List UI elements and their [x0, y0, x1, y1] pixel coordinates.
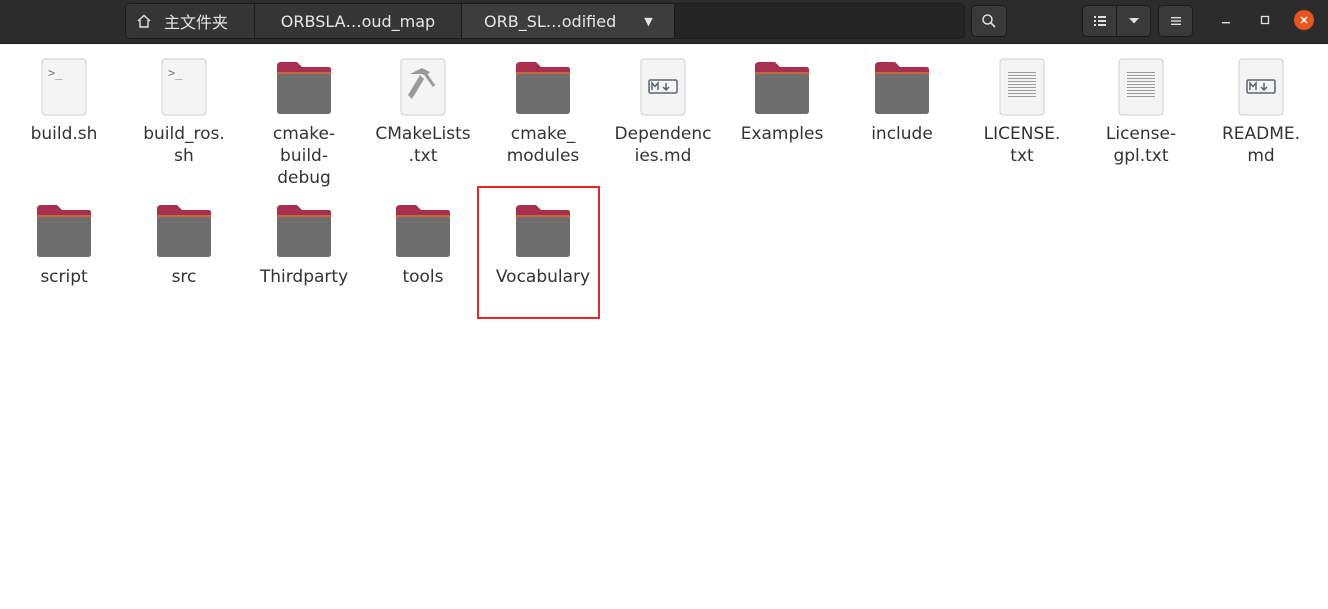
file-item[interactable]: include [842, 55, 962, 145]
file-icon-container [32, 198, 96, 262]
file-item[interactable]: cmake_ modules [483, 55, 603, 167]
close-icon [1300, 16, 1308, 24]
breadcrumb-parent-label: ORBSLA…oud_map [280, 11, 436, 31]
file-name-label: cmake-build-debug [272, 124, 336, 188]
file-item[interactable]: Examples [722, 55, 842, 145]
file-icon-container [391, 198, 455, 262]
folder-icon [516, 62, 570, 114]
file-name-label: License-gpl.txt [1105, 124, 1177, 166]
file-item[interactable]: License-gpl.txt [1081, 55, 1201, 167]
file-name-label: README. md [1221, 124, 1301, 166]
list-view-button[interactable] [1082, 5, 1117, 37]
file-item[interactable]: Thirdparty [244, 198, 364, 288]
file-item[interactable]: cmake-build-debug [244, 55, 364, 189]
breadcrumb-current[interactable]: ORB_SL…odified ▼ [462, 4, 675, 38]
file-icon-container [391, 55, 455, 119]
file-icon-container [511, 55, 575, 119]
file-icon-container [870, 55, 934, 119]
file-item[interactable]: Dependenc ies.md [603, 55, 723, 167]
file-name-label: Examples [740, 124, 824, 144]
breadcrumb-home-label: 主文件夹 [164, 13, 229, 32]
file-name-label: build.sh [30, 124, 98, 144]
svg-text:>_: >_ [168, 66, 183, 80]
breadcrumb-current-label: ORB_SL…odified [484, 11, 617, 31]
file-icon-container [631, 55, 695, 119]
maximize-icon [1260, 15, 1270, 25]
file-item[interactable]: tools [363, 198, 483, 288]
maximize-button[interactable] [1255, 10, 1275, 30]
script-file-icon: >_ [41, 58, 87, 116]
hammer-icon [400, 58, 446, 116]
markdown-file-icon [640, 58, 686, 116]
file-name-label: build_ros. sh [143, 124, 225, 166]
file-item[interactable]: CMakeLists .txt [363, 55, 483, 167]
file-name-label: Thirdparty [259, 267, 349, 287]
file-name-label: src [171, 267, 197, 287]
file-name-label: CMakeLists .txt [375, 124, 471, 166]
search-button[interactable] [971, 5, 1007, 37]
folder-icon [755, 62, 809, 114]
text-file-icon [1118, 58, 1164, 116]
file-item[interactable]: >_ build.sh [4, 55, 124, 145]
file-item[interactable]: src [124, 198, 244, 288]
highlight-box [477, 186, 600, 319]
folder-icon [396, 205, 450, 257]
folder-icon [277, 205, 331, 257]
file-item[interactable]: LICENSE. txt [962, 55, 1082, 167]
breadcrumb-dropdown-icon[interactable]: ▼ [644, 15, 652, 28]
folder-icon [277, 62, 331, 114]
breadcrumb-parent[interactable]: ORBSLA…oud_map [255, 4, 462, 38]
folder-icon [37, 205, 91, 257]
svg-text:>_: >_ [48, 66, 63, 80]
close-button[interactable] [1294, 10, 1314, 30]
main-menu-button[interactable] [1158, 5, 1193, 37]
file-name-label: Dependenc ies.md [614, 124, 712, 166]
file-icon-container [272, 198, 336, 262]
minimize-icon [1222, 22, 1230, 24]
file-item[interactable]: >_ build_ros. sh [124, 55, 244, 167]
markdown-file-icon [1238, 58, 1284, 116]
file-name-label: include [871, 124, 933, 144]
folder-icon [157, 205, 211, 257]
file-item[interactable]: README. md [1201, 55, 1321, 167]
file-icon-container [750, 55, 814, 119]
file-name-label: script [40, 267, 88, 287]
file-icon-container [1109, 55, 1173, 119]
file-icon-container [272, 55, 336, 119]
file-icon-container: >_ [152, 55, 216, 119]
chevron-down-icon [1128, 18, 1139, 24]
file-name-label: LICENSE. txt [983, 124, 1061, 166]
script-file-icon: >_ [161, 58, 207, 116]
file-name-label: cmake_ modules [506, 124, 580, 166]
folder-icon [875, 62, 929, 114]
text-file-icon [999, 58, 1045, 116]
home-icon [137, 14, 151, 28]
minimize-button[interactable] [1216, 10, 1236, 30]
path-bar: 主文件夹 ORBSLA…oud_map ORB_SL…odified ▼ [125, 3, 965, 39]
breadcrumb-home[interactable]: 主文件夹 [126, 4, 255, 38]
file-item[interactable]: script [4, 198, 124, 288]
list-view-icon [1093, 16, 1106, 26]
view-options-button[interactable] [1116, 5, 1151, 37]
file-name-label: tools [402, 267, 444, 287]
header-bar: 主文件夹 ORBSLA…oud_map ORB_SL…odified ▼ [0, 0, 1328, 44]
hamburger-icon [1170, 17, 1181, 25]
search-icon [982, 14, 996, 28]
file-icon-container [152, 198, 216, 262]
file-icon-container [1229, 55, 1293, 119]
file-icon-container [990, 55, 1054, 119]
file-icon-container: >_ [32, 55, 96, 119]
